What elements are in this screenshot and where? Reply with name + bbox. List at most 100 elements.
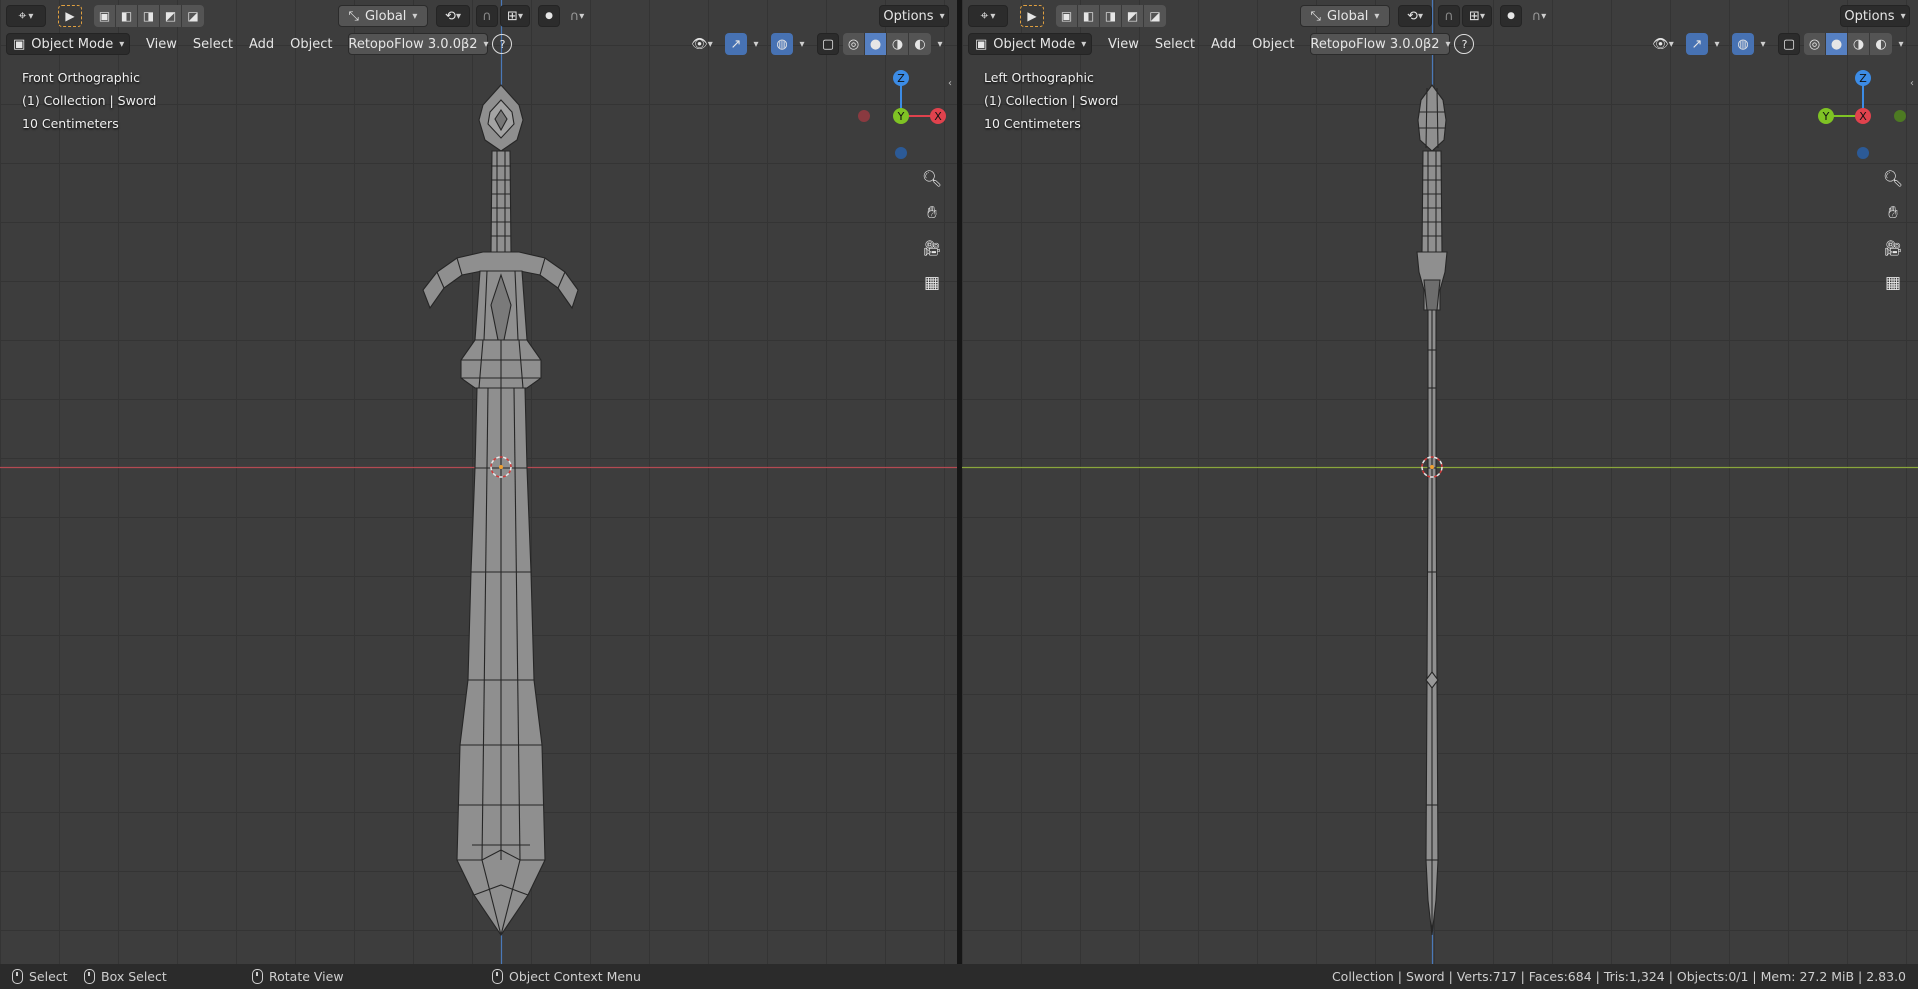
menu-view[interactable]: View — [1100, 33, 1147, 55]
navigation-gizmo[interactable]: Z Y X — [1812, 66, 1912, 166]
select-subtract-button[interactable]: ◨ — [1100, 5, 1122, 27]
snap-target-button[interactable]: ⊞ ▾ — [1462, 5, 1492, 27]
solid-sphere-icon: ● — [1830, 36, 1843, 52]
select-tool-button[interactable]: ▶ — [1020, 5, 1044, 27]
shading-rendered-button[interactable]: ◐ — [909, 33, 931, 55]
snap-toggle[interactable]: ∩ — [1438, 5, 1460, 27]
camera-view-button[interactable]: 🎥︎ — [1878, 233, 1908, 263]
pivot-point-button[interactable]: ⟲ ▾ — [1398, 5, 1432, 27]
visibility-button[interactable]: 👁 ▾ — [685, 33, 719, 55]
view-name: Left Orthographic — [984, 70, 1094, 85]
viewport-front[interactable]: ⌖ ▾ ▶ ▣ ◧ ◨ ◩ ◪ ⤡ Global ▾ ⟲ ▾ ∩ ⊞ ▾ ● ∩… — [0, 0, 957, 964]
transform-orientation-dropdown[interactable]: ⤡ Global ▾ — [338, 5, 428, 27]
xray-toggle[interactable]: ▢ — [817, 33, 839, 55]
shading-dropdown[interactable]: ▾ — [931, 33, 949, 55]
snap-icon: ∩ — [482, 8, 492, 24]
menu-object[interactable]: Object — [1244, 33, 1302, 55]
navigation-gizmo[interactable]: Z X Y — [850, 66, 950, 166]
snap-toggle[interactable]: ∩ — [476, 5, 498, 27]
gizmo-z-label: Z — [897, 72, 905, 85]
overlay-toggle[interactable]: ◍ — [771, 33, 793, 55]
pan-button[interactable]: ✋︎ — [917, 198, 947, 228]
gizmo-dropdown[interactable]: ▾ — [1708, 33, 1726, 55]
retopoflow-dropdown[interactable]: RetopoFlow 3.0.0β2 ▾ — [1310, 33, 1451, 55]
gizmo-toggle[interactable]: ↗ — [1686, 33, 1708, 55]
gizmo-neg-y-axis[interactable] — [1894, 110, 1906, 122]
menu-select[interactable]: Select — [1147, 33, 1203, 55]
select-subtract-button[interactable]: ◨ — [138, 5, 160, 27]
overlay-dropdown[interactable]: ▾ — [793, 33, 811, 55]
sidebar-toggle-icon[interactable]: ‹ — [948, 78, 952, 89]
editor-type-button[interactable]: ⌖ ▾ — [6, 5, 46, 27]
object-mode-icon: ▣ — [13, 36, 26, 52]
shading-wireframe-button[interactable]: ◎ — [843, 33, 865, 55]
select-difference-button[interactable]: ◩ — [160, 5, 182, 27]
mode-dropdown[interactable]: ▣ Object Mode ▾ — [968, 33, 1092, 55]
proportional-falloff-button[interactable]: ∩ ▾ — [562, 5, 592, 27]
zoom-button[interactable]: 🔍︎ — [917, 163, 947, 193]
shading-material-button[interactable]: ◑ — [1848, 33, 1870, 55]
retopoflow-dropdown[interactable]: RetopoFlow 3.0.0β2 ▾ — [348, 33, 489, 55]
editor-type-button[interactable]: ⌖ ▾ — [968, 5, 1008, 27]
chevron-down-icon: ▾ — [1898, 38, 1904, 50]
help-button[interactable]: ? — [1454, 34, 1475, 54]
help-button[interactable]: ? — [492, 34, 513, 54]
menu-add[interactable]: Add — [241, 33, 282, 55]
visibility-button[interactable]: 👁 ▾ — [1646, 33, 1680, 55]
gizmo-neg-z-axis[interactable] — [895, 147, 907, 159]
overlay-toggle[interactable]: ◍ — [1732, 33, 1754, 55]
mouse-left-icon — [12, 969, 23, 984]
viewport-left[interactable]: ⌖ ▾ ▶ ▣ ◧ ◨ ◩ ◪ ⤡ Global ▾ ⟲ ▾ ∩ ⊞ ▾ ● ∩… — [962, 0, 1918, 964]
select-extend-button[interactable]: ◧ — [1078, 5, 1100, 27]
material-sphere-icon: ◑ — [1852, 36, 1865, 52]
select-difference-button[interactable]: ◩ — [1122, 5, 1144, 27]
sword-front-mesh — [422, 84, 579, 936]
viewport-front-canvas — [0, 0, 957, 964]
proportional-toggle[interactable]: ● — [1500, 5, 1522, 27]
sword-side-mesh — [1416, 84, 1448, 936]
pan-button[interactable]: ✋︎ — [1878, 198, 1908, 228]
menu-object[interactable]: Object — [282, 33, 340, 55]
shading-material-button[interactable]: ◑ — [887, 33, 909, 55]
select-intersect-button[interactable]: ◪ — [182, 5, 204, 27]
menu-add[interactable]: Add — [1203, 33, 1244, 55]
gizmo-toggle[interactable]: ↗ — [725, 33, 747, 55]
zoom-button[interactable]: 🔍︎ — [1878, 163, 1908, 193]
ortho-toggle-button[interactable]: ▦ — [1878, 268, 1908, 298]
gizmo-neg-x-axis[interactable] — [858, 110, 870, 122]
gizmo-dropdown[interactable]: ▾ — [747, 33, 765, 55]
mode-dropdown[interactable]: ▣ Object Mode ▾ — [6, 33, 130, 55]
menu-view[interactable]: View — [138, 33, 185, 55]
proportional-toggle[interactable]: ● — [538, 5, 560, 27]
shading-solid-button[interactable]: ● — [1826, 33, 1848, 55]
mouse-right-icon — [492, 969, 503, 984]
shading-solid-button[interactable]: ● — [865, 33, 887, 55]
select-intersect-button[interactable]: ◪ — [1144, 5, 1166, 27]
select-tool-button[interactable]: ▶ — [58, 5, 82, 27]
shading-rendered-button[interactable]: ◐ — [1870, 33, 1892, 55]
snap-icon: ∩ — [1444, 8, 1454, 24]
chevron-down-icon: ▾ — [707, 38, 713, 50]
chevron-down-icon: ▾ — [753, 38, 759, 50]
xray-toggle[interactable]: ▢ — [1778, 33, 1800, 55]
options-dropdown[interactable]: Options ▾ — [1840, 5, 1910, 27]
pivot-point-button[interactable]: ⟲ ▾ — [436, 5, 470, 27]
status-rotate-label: Rotate View — [269, 969, 344, 984]
camera-view-button[interactable]: 🎥︎ — [917, 233, 947, 263]
menu-select[interactable]: Select — [185, 33, 241, 55]
gizmo-y-label: Y — [1822, 110, 1830, 123]
select-new-button[interactable]: ▣ — [1056, 5, 1078, 27]
shading-wireframe-button[interactable]: ◎ — [1804, 33, 1826, 55]
transform-orientation-dropdown[interactable]: ⤡ Global ▾ — [1300, 5, 1390, 27]
options-dropdown[interactable]: Options ▾ — [879, 5, 949, 27]
snap-target-button[interactable]: ⊞ ▾ — [500, 5, 530, 27]
sidebar-toggle-icon[interactable]: ‹ — [1910, 78, 1914, 89]
gizmo-neg-z-axis[interactable] — [1857, 147, 1869, 159]
chevron-down-icon: ▾ — [1081, 38, 1087, 50]
select-extend-button[interactable]: ◧ — [116, 5, 138, 27]
overlay-dropdown[interactable]: ▾ — [1754, 33, 1772, 55]
proportional-falloff-button[interactable]: ∩ ▾ — [1524, 5, 1554, 27]
select-new-button[interactable]: ▣ — [94, 5, 116, 27]
shading-dropdown[interactable]: ▾ — [1892, 33, 1910, 55]
ortho-toggle-button[interactable]: ▦ — [917, 268, 947, 298]
